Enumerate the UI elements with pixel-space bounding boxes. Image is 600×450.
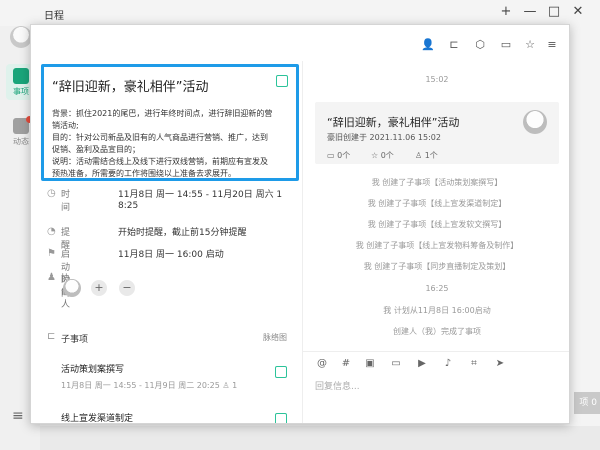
subtask-icon[interactable]: ⊏ [447,38,461,51]
app-titlebar: 日程 + — □ ✕ [0,0,600,26]
bottom-bar [40,426,600,450]
folder-icon[interactable]: ▭ [389,358,403,369]
cube-icon[interactable]: ⬡ [473,38,487,51]
bell-icon: ◔ [47,226,56,237]
activity-item: 创建人（我）完成了事项 [393,327,481,336]
flag-icon: ⚑ [47,248,56,259]
people-icon[interactable]: 👤 [421,38,435,51]
activity-item: 我 创建了子事项【线上宣发物料筹备及制作】 [355,241,519,250]
audio-icon[interactable]: ♪ [441,358,455,369]
reply-toolbar: @ # ▣ ▭ ▶ ♪ ⌗ ➤ [303,351,569,373]
desc-line: 背景：抓住2021的尾巴，进行年终时间点，进行辞旧迎新的营 [52,109,273,118]
activity-item: 我 创建了子事项【活动策划案撰写】 [371,178,503,187]
video-icon[interactable]: ▶ [415,358,429,369]
task-title[interactable]: “辞旧迎新，豪礼相伴”活动 [52,76,290,95]
app-title: 日程 [44,11,64,22]
subtask-checkbox[interactable] [275,366,287,378]
folder-icon[interactable]: ▭ [499,38,513,51]
activity-item: 我 计划从11月8日 16:00启动 [383,306,491,315]
activity-item: 我 创建了子事项【线上宣发渠道制定】 [367,199,507,208]
user-avatar[interactable] [10,26,32,48]
screenshot-icon[interactable]: ⌗ [467,358,481,369]
activity-feed-panel: 15:02 “辞旧迎新，豪礼相伴”活动 豪旧创建于 2021.11.06 15:… [303,61,569,423]
desc-line: 目的：针对公司新品及旧有的人气商品进行营销、推广，达到 [52,133,268,142]
people-icon: ♟ [47,272,56,283]
add-icon[interactable]: + [498,4,514,19]
task-complete-checkbox[interactable] [276,75,288,87]
person-icon: ♙ [222,381,230,390]
start-value: 11月8日 周一 16:00 启动 [118,250,224,260]
collaborator-avatar[interactable] [63,279,81,297]
minimize-icon[interactable]: — [522,4,538,19]
task-detail-modal: 👤 ⊏ ⬡ ▭ ☆ ≡ “辞旧迎新，豪礼相伴”活动 背景：抓住2021的尾巴，进… [30,24,570,424]
desc-line: 销活动; [52,121,79,130]
task-description[interactable]: 背景：抓住2021的尾巴，进行年终时间点，进行辞旧迎新的营 销活动; 目的：针对… [52,108,290,180]
card-people-stat: ♙ 1个 [415,151,438,160]
feed-time: 15:02 [425,75,449,84]
calendar-check-icon [13,68,29,84]
activity-item: 我 创建了子事项【同步直播制定及策划】 [363,262,511,271]
task-summary-card[interactable]: “辞旧迎新，豪礼相伴”活动 豪旧创建于 2021.11.06 15:02 ▭ 0… [315,102,559,164]
activity-item: 我 创建了子事项【线上宣发软文撰写】 [367,220,507,229]
subtask-checkbox[interactable] [275,413,287,423]
mention-icon[interactable]: @ [315,358,329,369]
image-icon[interactable]: ▣ [363,358,377,369]
maximize-icon[interactable]: □ [546,4,562,19]
time-value: 11月8日 周一 14:55 - 11月20日 周六 1 [118,190,283,200]
send-icon[interactable]: ➤ [493,358,507,369]
subtasks-label: 子事项 [61,335,89,345]
bottom-right-count[interactable]: 项 0 [574,392,600,414]
remind-value: 开始时提醒，截止前15分钟提醒 [118,228,247,238]
desc-line: 说明：活动需结合线上及线下进行双线营销，前期应有宣发及 [52,157,268,166]
task-header-highlight: “辞旧迎新，豪礼相伴”活动 背景：抓住2021的尾巴，进行年终时间点，进行辞旧迎… [41,64,299,181]
card-stars-stat: ☆ 0个 [371,151,394,160]
star-icon[interactable]: ☆ [523,38,537,51]
remove-collaborator-button[interactable]: − [119,280,135,296]
subtask-item[interactable]: 线上宣发渠道制定 [61,411,293,424]
card-avatar [523,110,547,134]
card-meta: 豪旧创建于 2021.11.06 15:02 [327,133,441,142]
time-value-cont: 8:25 [118,201,139,211]
mindmap-link[interactable]: 脉络图 [263,332,287,343]
subtask-icon: ⊏ [47,331,56,342]
subtasks-header: ⊏ 子事项 脉络图 [47,331,287,345]
menu-icon[interactable]: ≡ [545,38,559,51]
close-icon[interactable]: ✕ [570,4,586,19]
card-title: “辞旧迎新，豪礼相伴”活动 [327,116,460,129]
hashtag-icon[interactable]: # [339,358,353,369]
subtask-title: 活动策划案撰写 [61,365,125,375]
desc-line: 促销、盈利及品宣目的； [52,145,140,154]
subtask-meta: 11月8日 周一 14:55 - 11月9日 周二 20:25 ♙ 1 [61,381,238,390]
modal-toolbar: 👤 ⊏ ⬡ ▭ ☆ ≡ [31,25,569,61]
clock-icon: ◷ [47,188,56,199]
add-collaborator-button[interactable]: + [91,280,107,296]
subtask-item[interactable]: 活动策划案撰写 11月8日 周一 14:55 - 11月9日 周二 20:25 … [61,362,293,391]
time-label: 时间 [61,190,71,213]
desc-line: 预热准备，所需要的工作将围绕以上准备去求展开。 [52,169,236,178]
feed-time: 16:25 [425,284,449,293]
subtask-title: 线上宣发渠道制定 [61,414,134,424]
reply-input[interactable]: 回复信息... [315,379,360,392]
hamburger-menu-icon[interactable]: ≡ [12,408,24,424]
card-files-stat: ▭ 0个 [327,151,351,160]
